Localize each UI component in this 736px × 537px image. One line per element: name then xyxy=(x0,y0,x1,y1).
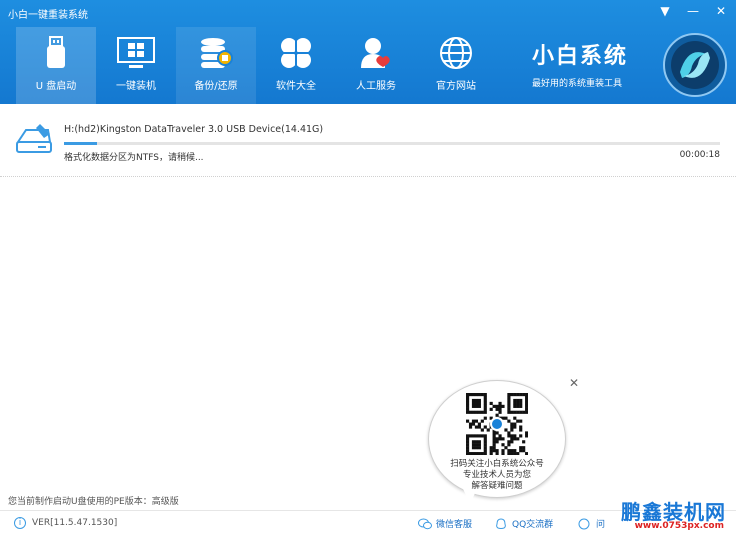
elapsed-time: 00:00:18 xyxy=(679,150,720,160)
monitor-windows-icon xyxy=(116,35,156,71)
nav-manual-service[interactable]: 人工服务 xyxy=(336,27,416,104)
close-icon[interactable]: ✕ xyxy=(712,4,730,18)
bubble-line: 专业技术人员为您 xyxy=(462,470,531,480)
menu-icon[interactable]: ▼ xyxy=(656,4,674,18)
watermark: 鹏鑫装机网 www.0753px.com xyxy=(592,496,732,536)
device-name: H:(hd2)Kingston DataTraveler 3.0 USB Dev… xyxy=(64,124,324,135)
nav-label: 一键装机 xyxy=(116,81,156,92)
bubble-line: 解答疑难问题 xyxy=(471,481,523,491)
nav-software[interactable]: 软件大全 xyxy=(256,27,336,104)
brand: 小白系统 最好用的系统重装工具 xyxy=(532,38,628,89)
nav-label: 官方网站 xyxy=(436,81,476,92)
wechat-label: 微信客服 xyxy=(436,520,473,530)
progress-fill xyxy=(64,142,97,145)
app-header: 小白一键重装系统 ▼ — ✕ U 盘启动 一键装机 备份/还原 软件大全 人工服… xyxy=(0,0,736,104)
help-icon xyxy=(578,518,590,529)
nav-label: 软件大全 xyxy=(276,81,316,92)
nav-official-site[interactable]: 官方网站 xyxy=(416,27,496,104)
window-title: 小白一键重装系统 xyxy=(8,10,88,21)
nav-label: U 盘启动 xyxy=(35,81,77,92)
minimize-icon[interactable]: — xyxy=(684,4,702,18)
hard-drive-icon xyxy=(16,124,52,153)
brand-title: 小白系统 xyxy=(532,44,629,69)
qq-icon xyxy=(496,517,506,529)
globe-icon xyxy=(436,35,476,71)
qr-bubble-text: 扫码关注小白系统公众号 专业技术人员为您 解答疑难问题 xyxy=(436,459,558,492)
clover-icon xyxy=(276,35,316,71)
nav-label: 备份/还原 xyxy=(194,81,238,92)
qq-label: QQ交流群 xyxy=(512,520,554,530)
watermark-url: www.0753px.com xyxy=(634,521,724,531)
wechat-icon xyxy=(418,518,432,529)
bubble-line: 扫码关注小白系统公众号 xyxy=(450,459,544,469)
version-info: i VER[11.5.47.1530] xyxy=(14,517,117,529)
pe-version-text: 您当前制作启动U盘使用的PE版本：高级版 xyxy=(8,497,179,507)
qr-code-icon xyxy=(466,393,528,455)
status-text: 格式化数据分区为NTFS，请稍候... xyxy=(64,153,204,163)
nav-usb-boot[interactable]: U 盘启动 xyxy=(16,27,96,104)
qq-group-link[interactable]: QQ交流群 xyxy=(494,517,553,530)
info-icon: i xyxy=(14,517,26,529)
bubble-close-icon[interactable]: ✕ xyxy=(569,376,579,390)
database-icon xyxy=(196,35,236,71)
main-nav: U 盘启动 一键装机 备份/还原 软件大全 人工服务 官方网站 xyxy=(16,27,496,104)
device-progress-row: H:(hd2)Kingston DataTraveler 3.0 USB Dev… xyxy=(0,108,736,177)
nav-label: 人工服务 xyxy=(356,81,396,92)
brand-subtitle: 最好用的系统重装工具 xyxy=(532,79,623,89)
usb-drive-icon xyxy=(36,35,76,71)
window-controls: ▼ — ✕ xyxy=(656,4,730,18)
brand-logo-icon xyxy=(663,33,727,97)
progress-bar xyxy=(64,142,720,145)
nav-backup-restore[interactable]: 备份/还原 xyxy=(176,27,256,104)
version-text: VER[11.5.47.1530] xyxy=(32,518,118,528)
nav-one-click-install[interactable]: 一键装机 xyxy=(96,27,176,104)
person-heart-icon xyxy=(356,35,396,71)
wechat-support-link[interactable]: 微信客服 xyxy=(418,517,472,530)
